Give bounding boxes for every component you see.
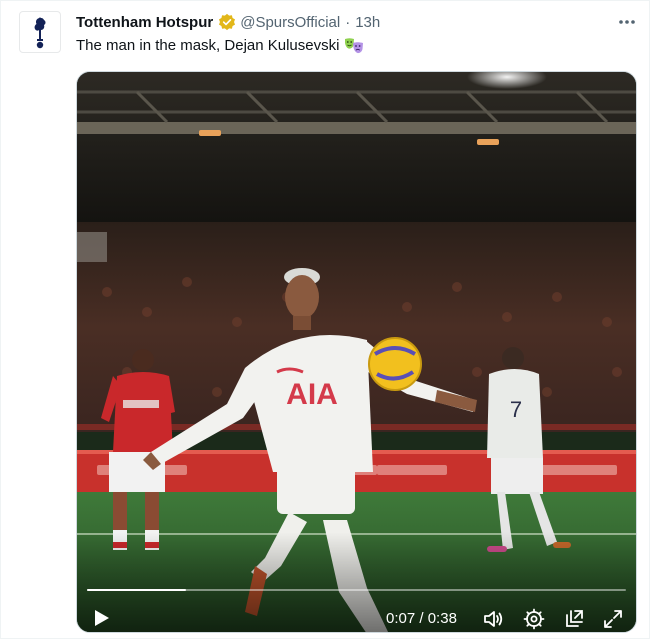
video-progress-bar[interactable] [87, 589, 626, 591]
more-icon [619, 20, 635, 24]
video-player[interactable]: 7 AIA 0:07 / 0:38 [76, 71, 637, 633]
picture-in-picture-button[interactable] [563, 608, 585, 630]
video-progress-fill [87, 589, 187, 591]
theater-masks-emoji-icon [344, 37, 364, 55]
current-time: 0:07 [386, 610, 416, 627]
spurs-cockerel-icon [34, 17, 46, 49]
tweet-timestamp[interactable]: 13h [355, 14, 380, 31]
fullscreen-icon [604, 610, 622, 628]
fullscreen-button[interactable] [602, 608, 624, 630]
duration: 0:38 [427, 610, 457, 627]
time-separator: / [419, 610, 424, 627]
tweet-card[interactable]: Tottenham Hotspur @SpursOfficial · 13h T… [0, 0, 650, 639]
volume-button[interactable] [482, 608, 504, 630]
play-icon [95, 610, 109, 626]
more-options-button[interactable] [615, 12, 639, 32]
play-button[interactable] [91, 608, 111, 628]
svg-text:7: 7 [510, 397, 522, 422]
pip-icon [566, 610, 583, 627]
tweet-header: Tottenham Hotspur @SpursOfficial · 13h [76, 11, 380, 33]
volume-icon [484, 611, 503, 627]
author-handle[interactable]: @SpursOfficial [240, 14, 340, 31]
tweet-text: The man in the mask, Dejan Kulusevski [76, 37, 340, 54]
video-frame: 7 AIA [77, 72, 636, 632]
verified-badge-icon [218, 13, 236, 31]
settings-icon [523, 608, 545, 630]
settings-button[interactable] [523, 608, 545, 630]
video-timer: 0:07 / 0:38 [386, 610, 457, 627]
avatar[interactable] [19, 11, 61, 53]
meta-separator: · [345, 13, 351, 31]
author-name[interactable]: Tottenham Hotspur [76, 14, 213, 31]
video-controls: 0:07 / 0:38 [77, 560, 636, 632]
tweet-text-row: The man in the mask, Dejan Kulusevski [76, 36, 364, 56]
jersey-sponsor-text: AIA [286, 378, 338, 411]
